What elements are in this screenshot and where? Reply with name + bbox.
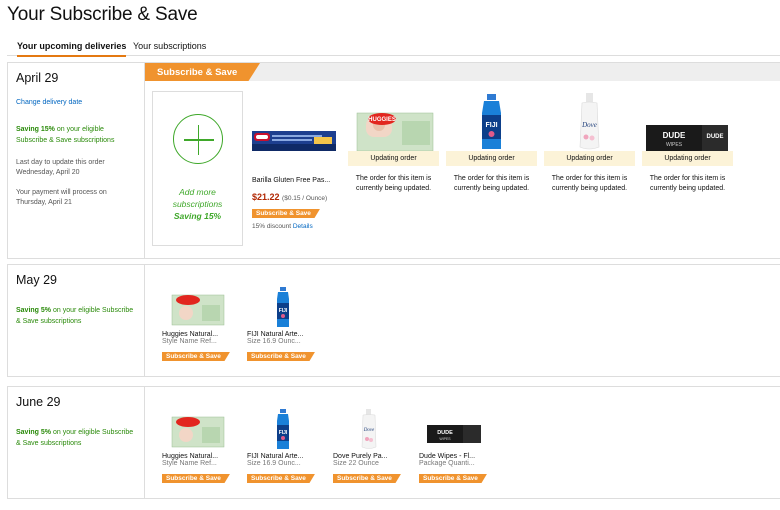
svg-text:HUGGIES: HUGGIES xyxy=(368,117,396,123)
huggies-wipes-image[interactable] xyxy=(168,287,240,327)
delivery-date: May 29 xyxy=(16,273,57,287)
svg-text:DUDE: DUDE xyxy=(706,134,723,140)
product-name[interactable]: Dude Wipes - Fl... xyxy=(419,453,497,460)
add-more-text: Add more subscriptions Saving 15% xyxy=(172,187,223,221)
subscribe-save-badge: Subscribe & Save xyxy=(247,352,315,361)
saving-note: Saving 15% on your eligible Subscribe & … xyxy=(16,124,136,146)
huggies-wipes-image[interactable] xyxy=(168,409,240,449)
updating-card-dude-wipes: DUDE WIPES DUDE Updating order The order… xyxy=(642,91,733,194)
delivery-section-june: June 29 Saving 5% on your eligible Subsc… xyxy=(7,386,780,499)
saving-note: Saving 5% on your eligible Subscribe & S… xyxy=(16,427,136,449)
last-day-label: Last day to update this order xyxy=(16,159,105,166)
svg-text:DUDE: DUDE xyxy=(437,430,453,436)
delivery-date: April 29 xyxy=(16,71,59,85)
product-fiji: FIJI FIJI Natural Arte... Size 16.9 Ounc… xyxy=(247,287,325,363)
product-variant: Size 16.9 Ounc... xyxy=(247,460,301,467)
updating-card-huggies: HUGGIES Updating order The order for thi… xyxy=(348,91,439,194)
huggies-wipes-image[interactable]: HUGGIES xyxy=(348,91,439,152)
product-variant: Size 16.9 Ounc... xyxy=(247,338,301,345)
updating-order-note: The order for this item is currently bei… xyxy=(453,175,530,192)
svg-text:Dove: Dove xyxy=(363,428,375,433)
product-name[interactable]: FIJI Natural Arte... xyxy=(247,331,325,338)
discount-details-link[interactable]: Details xyxy=(293,223,313,230)
product-variant: Style Name Ref... xyxy=(162,460,217,467)
subscribe-save-badge: Subscribe & Save xyxy=(419,474,487,483)
updating-order-note: The order for this item is currently bei… xyxy=(551,175,628,192)
fiji-water-image[interactable]: FIJI xyxy=(446,91,537,151)
product-name[interactable]: Huggies Natural... xyxy=(162,453,240,460)
product-huggies: Huggies Natural... Style Name Ref... Sub… xyxy=(162,409,240,485)
payment-label: Your payment will process on xyxy=(16,189,107,196)
product-variant: Size 22 Ounce xyxy=(333,460,379,467)
product-variant: Package Quanti... xyxy=(419,460,475,467)
updating-order-label: Updating order xyxy=(642,151,733,166)
svg-text:FIJI: FIJI xyxy=(279,308,288,314)
dude-wipes-image[interactable]: DUDE WIPES xyxy=(425,409,497,449)
product-name[interactable]: FIJI Natural Arte... xyxy=(247,453,325,460)
fiji-water-image[interactable]: FIJI xyxy=(253,409,325,449)
page-title: Your Subscribe & Save xyxy=(7,4,198,25)
svg-text:FIJI: FIJI xyxy=(279,430,288,436)
svg-text:WIPES: WIPES xyxy=(439,437,451,441)
product-name[interactable]: Dove Purely Pa... xyxy=(333,453,411,460)
dude-wipes-image[interactable]: DUDE WIPES DUDE xyxy=(642,91,733,151)
last-day-value: Wednesday, April 20 xyxy=(16,169,80,176)
saving-percent: Saving 5% xyxy=(16,307,52,314)
add-more-subscriptions-card[interactable]: Add more subscriptions Saving 15% xyxy=(152,91,243,246)
product-price: $21.22 ($0.15 / Ounce) xyxy=(252,192,328,202)
dove-body-wash-image[interactable]: Dove xyxy=(339,409,411,449)
saving-percent: Saving 5% xyxy=(16,429,52,436)
tab-your-subscriptions[interactable]: Your subscriptions xyxy=(133,41,206,51)
updating-card-dove: Dove Updating order The order for this i… xyxy=(544,91,635,194)
product-variant: Style Name Ref... xyxy=(162,338,217,345)
subscribe-save-badge: Subscribe & Save xyxy=(252,209,320,218)
subscribe-save-badge: Subscribe & Save xyxy=(162,474,230,483)
discount-note: 15% discount Details xyxy=(252,223,313,230)
delivery-info-panel: May 29 Saving 5% on your eligible Subscr… xyxy=(8,265,145,376)
product-name[interactable]: Huggies Natural... xyxy=(162,331,240,338)
svg-text:FIJI: FIJI xyxy=(485,122,497,129)
updating-order-label: Updating order xyxy=(348,151,439,166)
delivery-date: June 29 xyxy=(16,395,61,409)
product-fiji: FIJI FIJI Natural Arte... Size 16.9 Ounc… xyxy=(247,409,325,485)
saving-percent: Saving 15% xyxy=(16,126,55,133)
updating-order-label: Updating order xyxy=(446,151,537,166)
updating-card-fiji: FIJI Updating order The order for this i… xyxy=(446,91,537,194)
product-huggies: Huggies Natural... Style Name Ref... Sub… xyxy=(162,287,240,363)
barilla-pasta-image[interactable] xyxy=(252,129,336,155)
delivery-info-panel: June 29 Saving 5% on your eligible Subsc… xyxy=(8,387,145,498)
product-barilla: Barilla Gluten Free Pas... $21.22 ($0.15… xyxy=(252,129,348,230)
delivery-section-april: April 29 Change delivery date Saving 15%… xyxy=(7,62,780,259)
product-dude-wipes: DUDE WIPES Dude Wipes - Fl... Package Qu… xyxy=(419,409,497,485)
svg-text:DUDE: DUDE xyxy=(663,131,686,140)
plus-icon xyxy=(172,114,223,164)
product-name[interactable]: Barilla Gluten Free Pas... xyxy=(252,177,348,184)
updating-order-note: The order for this item is currently bei… xyxy=(649,175,726,192)
product-dove: Dove Dove Purely Pa... Size 22 Ounce Sub… xyxy=(333,409,411,485)
svg-text:WIPES: WIPES xyxy=(666,142,683,148)
updating-order-label: Updating order xyxy=(544,151,635,166)
delivery-info-panel: April 29 Change delivery date Saving 15%… xyxy=(8,63,145,258)
tab-bar: Your upcoming deliveries Your subscripti… xyxy=(7,36,780,57)
subscribe-save-badge: Subscribe & Save xyxy=(162,352,230,361)
svg-text:Dove: Dove xyxy=(581,121,597,129)
saving-note: Saving 5% on your eligible Subscribe & S… xyxy=(16,305,136,327)
subscribe-save-badge: Subscribe & Save xyxy=(247,474,315,483)
updating-order-note: The order for this item is currently bei… xyxy=(355,175,432,192)
tab-upcoming-deliveries[interactable]: Your upcoming deliveries xyxy=(17,41,127,57)
subscribe-save-flag: Subscribe & Save xyxy=(145,63,260,81)
delivery-section-may: May 29 Saving 5% on your eligible Subscr… xyxy=(7,264,780,377)
subscribe-save-badge: Subscribe & Save xyxy=(333,474,401,483)
fiji-water-image[interactable]: FIJI xyxy=(253,287,325,327)
change-delivery-date-link[interactable]: Change delivery date xyxy=(16,99,136,106)
dove-body-wash-image[interactable]: Dove xyxy=(544,91,635,151)
payment-value: Thursday, April 21 xyxy=(16,199,72,206)
